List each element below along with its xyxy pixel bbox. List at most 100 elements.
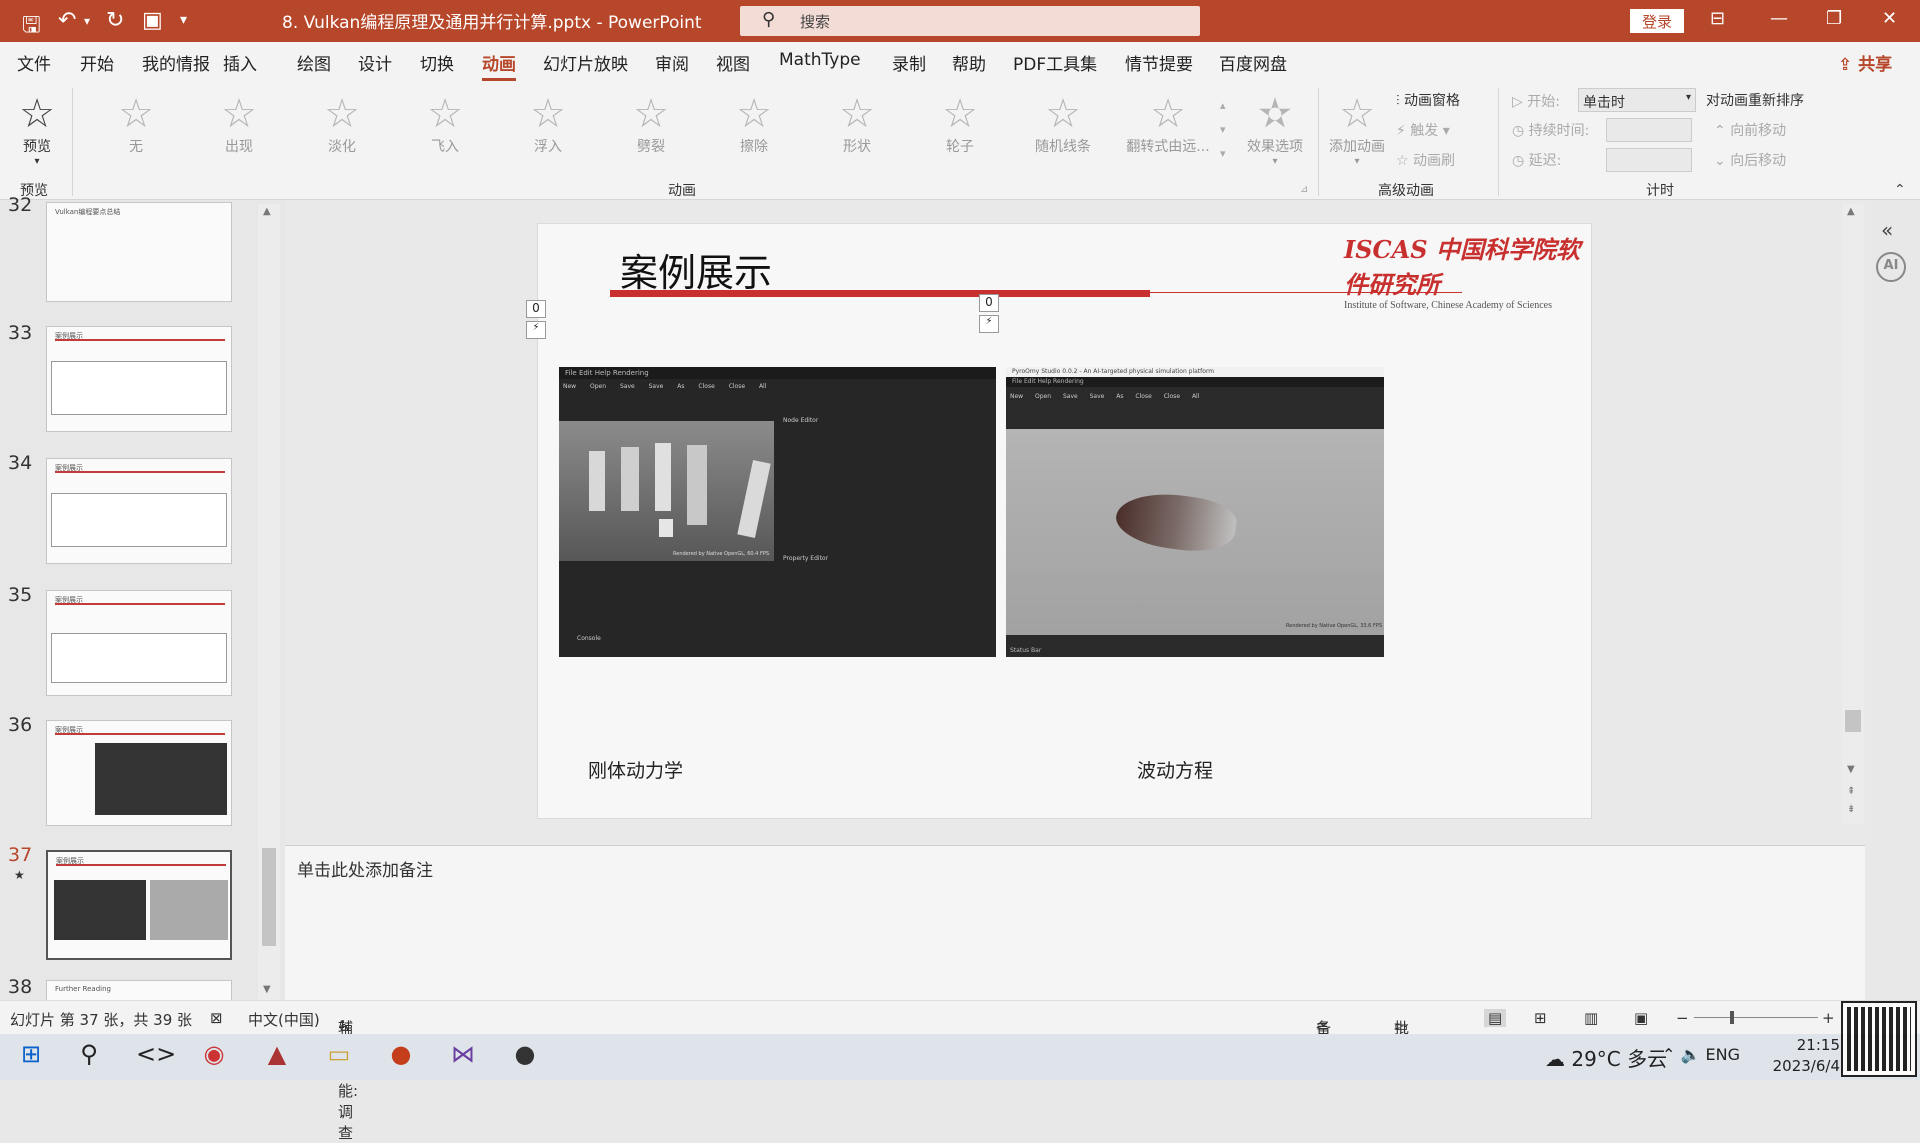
weather-widget[interactable]: ☁ 29°C 多云 bbox=[1545, 1043, 1667, 1072]
lightning-icon[interactable]: ⚡ bbox=[526, 321, 546, 339]
slide-thumbnail-36[interactable]: 案例展示 bbox=[46, 720, 232, 826]
effect-wipe[interactable]: ☆ 擦除 bbox=[719, 92, 789, 156]
restore-icon[interactable]: ❐ bbox=[1826, 8, 1842, 29]
prev-slide-icon[interactable]: ⇞ bbox=[1847, 786, 1855, 797]
lightning-icon[interactable]: ⚡ bbox=[979, 315, 999, 333]
gallery-scroll-icon[interactable]: ▴ ▾ ▾ bbox=[1220, 94, 1226, 166]
close-icon[interactable]: ✕ bbox=[1882, 8, 1897, 29]
save-icon[interactable]: 🖫 bbox=[22, 8, 41, 46]
scroll-down-icon[interactable]: ▼ bbox=[1847, 764, 1855, 775]
zoom-slider-thumb[interactable] bbox=[1730, 1011, 1734, 1024]
rigid-body-screenshot[interactable]: File Edit Help Rendering New Open Save S… bbox=[559, 367, 996, 657]
animation-pane-button[interactable]: ⫶ 动画窗格 bbox=[1396, 90, 1460, 110]
windows-start-icon[interactable]: ⊞ bbox=[14, 1040, 48, 1074]
scroll-down-icon[interactable]: ▼ bbox=[263, 984, 271, 995]
dev-tool-icon[interactable]: <> bbox=[136, 1040, 176, 1074]
wave-equation-screenshot[interactable]: PyroOmy Studio 0.0.2 - An AI-targeted ph… bbox=[1006, 367, 1384, 657]
move-earlier-button[interactable]: ⌃ 向前移动 bbox=[1714, 120, 1786, 140]
search-icon[interactable]: ⚲ bbox=[72, 1040, 106, 1074]
duration-input[interactable] bbox=[1606, 118, 1692, 142]
login-button[interactable]: 登录 bbox=[1630, 9, 1684, 33]
scroll-up-icon[interactable]: ▲ bbox=[1847, 206, 1855, 217]
notes-placeholder[interactable]: 单击此处添加备注 bbox=[297, 856, 433, 881]
collapse-ribbon-icon[interactable]: ⌃ bbox=[1894, 182, 1906, 198]
menu-baidu-netdisk[interactable]: 百度网盘 bbox=[1219, 50, 1287, 75]
trigger-button[interactable]: ⚡ 触发 ▾ bbox=[1396, 120, 1450, 140]
ai-assistant-icon[interactable]: AI bbox=[1876, 252, 1906, 282]
menu-animations[interactable]: 动画 bbox=[482, 50, 516, 75]
effect-grow-turn[interactable]: ☆ 翻转式由远... bbox=[1126, 92, 1210, 156]
menu-draw[interactable]: 绘图 bbox=[297, 50, 331, 75]
dialog-launcher-icon[interactable]: ⊿ bbox=[1300, 184, 1308, 195]
chrome-icon[interactable]: ◉ bbox=[197, 1040, 231, 1074]
next-slide-icon[interactable]: ⇟ bbox=[1847, 804, 1855, 815]
start-select[interactable]: 单击时 ▾ bbox=[1578, 88, 1696, 112]
zoom-out-icon[interactable]: − bbox=[1676, 1009, 1689, 1027]
menu-design[interactable]: 设计 bbox=[358, 50, 392, 75]
animation-painter-button[interactable]: ☆ 动画刷 bbox=[1396, 150, 1455, 170]
clock[interactable]: 21:15 2023/6/4 bbox=[1760, 1035, 1840, 1077]
zoom-slider-track[interactable] bbox=[1694, 1017, 1818, 1018]
notes-pane[interactable]: 单击此处添加备注 bbox=[285, 845, 1865, 1000]
reading-view-icon[interactable]: ▥ bbox=[1584, 1009, 1598, 1027]
visual-studio-icon[interactable]: ⋈ bbox=[446, 1040, 480, 1074]
slide-thumbnail-32[interactable]: Vulkan编程要点总结 bbox=[46, 202, 232, 302]
slide-title[interactable]: 案例展示 bbox=[620, 242, 772, 297]
slide-sorter-icon[interactable]: ⊞ bbox=[1534, 1009, 1547, 1027]
effect-appear[interactable]: ☆ 出现 bbox=[204, 92, 274, 156]
slide-thumbnail-37-selected[interactable]: 案例展示 bbox=[46, 850, 232, 960]
share-button[interactable]: ⇪ 共享 bbox=[1838, 50, 1892, 75]
matlab-icon[interactable]: ▲ bbox=[260, 1040, 294, 1074]
slide-thumbnail-33[interactable]: 案例展示 bbox=[46, 326, 232, 432]
effect-wheel[interactable]: ☆ 轮子 bbox=[925, 92, 995, 156]
redo-icon[interactable]: ↻ bbox=[106, 8, 124, 33]
left-caption[interactable]: 刚体动力学 bbox=[588, 756, 683, 783]
normal-view-icon[interactable]: ▤ bbox=[1484, 1009, 1507, 1027]
slide-thumbnail-38[interactable]: Further Reading bbox=[46, 980, 232, 1000]
search-box[interactable]: ⚲ 搜索 bbox=[740, 6, 1200, 36]
app-icon[interactable]: ● bbox=[508, 1040, 542, 1074]
slide-thumbnail-34[interactable]: 案例展示 bbox=[46, 458, 232, 564]
scroll-thumb[interactable] bbox=[1845, 710, 1861, 732]
system-tray[interactable]: ⌃ 🔈 ENG bbox=[1662, 1045, 1740, 1064]
menu-insert[interactable]: 插入 bbox=[223, 50, 257, 75]
ribbon-display-icon[interactable]: ⊟ bbox=[1710, 8, 1725, 29]
zoom-in-icon[interactable]: + bbox=[1822, 1009, 1835, 1027]
menu-mathtype[interactable]: MathType bbox=[779, 50, 861, 70]
menu-home[interactable]: 开始 bbox=[80, 50, 114, 75]
menu-record[interactable]: 录制 bbox=[892, 50, 926, 75]
thumbnail-scrollbar[interactable]: ▲ ▼ bbox=[258, 204, 280, 1000]
menu-intel[interactable]: 我的情报 bbox=[142, 50, 210, 75]
add-animation-button[interactable]: ☆ 添加动画 ▾ bbox=[1322, 92, 1392, 167]
menu-view[interactable]: 视图 bbox=[716, 50, 750, 75]
effect-random-bars[interactable]: ☆ 随机线条 bbox=[1028, 92, 1098, 156]
present-icon[interactable]: ▣ bbox=[142, 8, 163, 33]
scroll-up-icon[interactable]: ▲ bbox=[263, 206, 271, 217]
effect-fly-in[interactable]: ☆ 飞入 bbox=[410, 92, 480, 156]
effect-float-in[interactable]: ☆ 浮入 bbox=[513, 92, 583, 156]
menu-review[interactable]: 审阅 bbox=[655, 50, 689, 75]
effect-split[interactable]: ☆ 劈裂 bbox=[616, 92, 686, 156]
delay-input[interactable] bbox=[1606, 148, 1692, 172]
minimize-icon[interactable]: — bbox=[1770, 8, 1788, 29]
slide-canvas[interactable]: 案例展示 ISCAS 中国科学院软件研究所 Institute of Softw… bbox=[526, 223, 1592, 819]
animation-order-badge[interactable]: 0 bbox=[979, 294, 999, 312]
preview-button[interactable]: ☆ 预览 ▾ bbox=[2, 92, 72, 167]
scroll-thumb[interactable] bbox=[262, 848, 276, 946]
menu-pdf-tools[interactable]: PDF工具集 bbox=[1013, 50, 1097, 75]
customize-qat-icon[interactable]: ▾ bbox=[180, 12, 187, 28]
effect-none[interactable]: ☆ 无 bbox=[101, 92, 171, 156]
language-status[interactable]: 中文(中国) bbox=[248, 1009, 320, 1030]
menu-file[interactable]: 文件 bbox=[17, 50, 51, 75]
effect-fade[interactable]: ☆ 淡化 bbox=[307, 92, 377, 156]
right-caption[interactable]: 波动方程 bbox=[1137, 756, 1213, 783]
spellcheck-icon[interactable]: ⊠ bbox=[210, 1009, 223, 1027]
file-explorer-icon[interactable]: ▭ bbox=[322, 1040, 356, 1074]
collapse-pane-icon[interactable]: « bbox=[1881, 218, 1893, 242]
effect-options-button[interactable]: ✫ 效果选项 ▾ bbox=[1240, 92, 1310, 167]
powerpoint-icon[interactable]: ● bbox=[384, 1040, 418, 1074]
undo-icon[interactable]: ↶ bbox=[58, 8, 76, 33]
slide-thumbnail-35[interactable]: 案例展示 bbox=[46, 590, 232, 696]
undo-dropdown-icon[interactable]: ▾ bbox=[84, 14, 90, 28]
slideshow-view-icon[interactable]: ▣ bbox=[1634, 1009, 1648, 1027]
